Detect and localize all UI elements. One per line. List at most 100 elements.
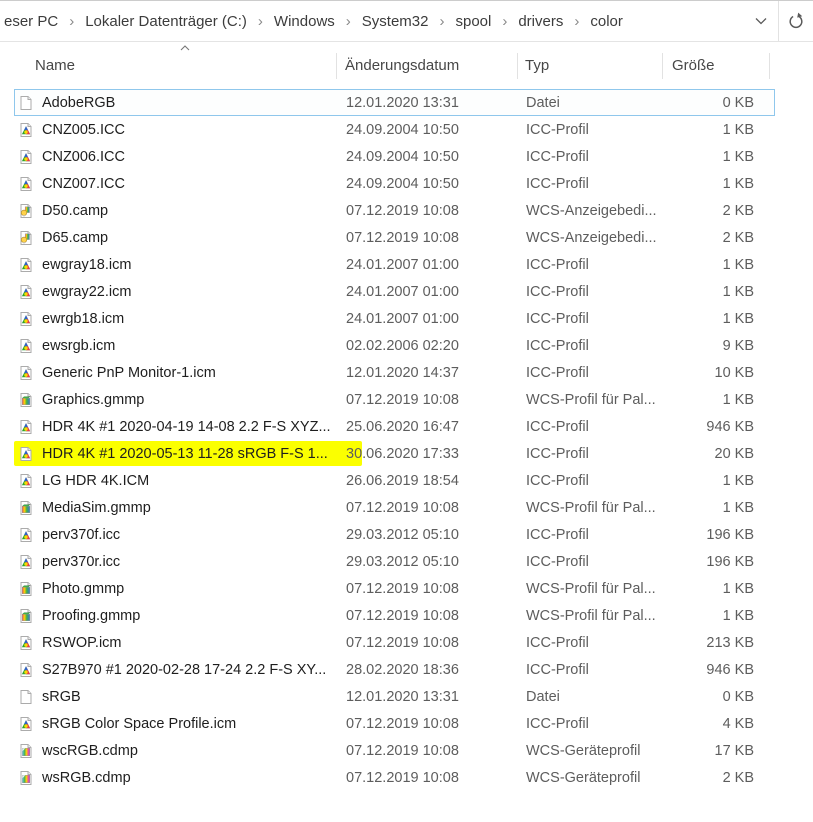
file-name: perv370f.icc bbox=[42, 527, 120, 543]
column-header-name[interactable]: Name bbox=[14, 42, 337, 89]
file-modified-date: 25.06.2020 16:47 bbox=[338, 419, 519, 435]
icc-file-icon bbox=[18, 554, 34, 570]
file-modified-date: 12.01.2020 14:37 bbox=[338, 365, 519, 381]
table-row[interactable]: RSWOP.icm 07.12.2019 10:08 ICC-Profil 21… bbox=[14, 629, 775, 656]
file-size: 1 KB bbox=[664, 176, 771, 192]
gmmp-file-icon bbox=[18, 581, 34, 597]
file-type: ICC-Profil bbox=[519, 176, 664, 192]
file-type: ICC-Profil bbox=[519, 527, 664, 543]
file-size: 9 KB bbox=[664, 338, 771, 354]
table-row[interactable]: ewrgb18.icm 24.01.2007 01:00 ICC-Profil … bbox=[14, 305, 775, 332]
table-row[interactable]: Generic PnP Monitor-1.icm 12.01.2020 14:… bbox=[14, 359, 775, 386]
table-row[interactable]: ewsrgb.icm 02.02.2006 02:20 ICC-Profil 9… bbox=[14, 332, 775, 359]
file-modified-date: 28.02.2020 18:36 bbox=[338, 662, 519, 678]
file-name: CNZ005.ICC bbox=[42, 122, 125, 138]
table-row[interactable]: HDR 4K #1 2020-05-13 11-28 sRGB F-S 1...… bbox=[14, 440, 775, 467]
file-modified-date: 29.03.2012 05:10 bbox=[338, 554, 519, 570]
table-row[interactable]: ewgray18.icm 24.01.2007 01:00 ICC-Profil… bbox=[14, 251, 775, 278]
table-row[interactable]: perv370f.icc 29.03.2012 05:10 ICC-Profil… bbox=[14, 521, 775, 548]
file-size: 1 KB bbox=[664, 257, 771, 273]
table-row[interactable]: AdobeRGB 12.01.2020 13:31 Datei 0 KB bbox=[14, 89, 775, 116]
file-type: WCS-Profil für Pal... bbox=[519, 608, 664, 624]
file-modified-date: 12.01.2020 13:31 bbox=[338, 689, 519, 705]
address-bar-controls bbox=[744, 1, 813, 41]
refresh-button[interactable] bbox=[779, 1, 813, 41]
table-row[interactable]: LG HDR 4K.ICM 26.06.2019 18:54 ICC-Profi… bbox=[14, 467, 775, 494]
file-type: ICC-Profil bbox=[519, 338, 664, 354]
table-row[interactable]: MediaSim.gmmp 07.12.2019 10:08 WCS-Profi… bbox=[14, 494, 775, 521]
table-row[interactable]: CNZ006.ICC 24.09.2004 10:50 ICC-Profil 1… bbox=[14, 143, 775, 170]
file-modified-date: 07.12.2019 10:08 bbox=[338, 743, 519, 759]
file-modified-date: 07.12.2019 10:08 bbox=[338, 716, 519, 732]
gmmp-file-icon bbox=[18, 500, 34, 516]
table-row[interactable]: Graphics.gmmp 07.12.2019 10:08 WCS-Profi… bbox=[14, 386, 775, 413]
file-type: ICC-Profil bbox=[519, 635, 664, 651]
file-size: 0 KB bbox=[664, 689, 771, 705]
breadcrumb-item[interactable]: System32 bbox=[360, 11, 431, 32]
icc-file-icon bbox=[18, 257, 34, 273]
address-bar: eser PC›Lokaler Datenträger (C:)›Windows… bbox=[0, 0, 813, 42]
column-header-row: Name Änderungsdatum Typ Größe bbox=[14, 42, 770, 89]
file-modified-date: 07.12.2019 10:08 bbox=[338, 608, 519, 624]
file-type: ICC-Profil bbox=[519, 122, 664, 138]
file-modified-date: 07.12.2019 10:08 bbox=[338, 500, 519, 516]
file-type: ICC-Profil bbox=[519, 311, 664, 327]
table-row[interactable]: Photo.gmmp 07.12.2019 10:08 WCS-Profil f… bbox=[14, 575, 775, 602]
file-name: D50.camp bbox=[42, 203, 108, 219]
file-name: Proofing.gmmp bbox=[42, 608, 140, 624]
file-modified-date: 29.03.2012 05:10 bbox=[338, 527, 519, 543]
table-row[interactable]: wsRGB.cdmp 07.12.2019 10:08 WCS-Gerätepr… bbox=[14, 764, 775, 791]
table-row[interactable]: CNZ005.ICC 24.09.2004 10:50 ICC-Profil 1… bbox=[14, 116, 775, 143]
file-modified-date: 07.12.2019 10:08 bbox=[338, 635, 519, 651]
file-type: ICC-Profil bbox=[519, 257, 664, 273]
file-size: 1 KB bbox=[664, 608, 771, 624]
file-size: 17 KB bbox=[664, 743, 771, 759]
file-modified-date: 30.06.2020 17:33 bbox=[338, 446, 519, 462]
file-size: 2 KB bbox=[664, 203, 771, 219]
file-size: 196 KB bbox=[664, 554, 771, 570]
file-type: WCS-Anzeigebedi... bbox=[519, 230, 664, 246]
file-name: perv370r.icc bbox=[42, 554, 120, 570]
breadcrumb-item[interactable]: Lokaler Datenträger (C:) bbox=[83, 11, 249, 32]
table-row[interactable]: Proofing.gmmp 07.12.2019 10:08 WCS-Profi… bbox=[14, 602, 775, 629]
file-type: ICC-Profil bbox=[519, 473, 664, 489]
table-row[interactable]: wscRGB.cdmp 07.12.2019 10:08 WCS-Gerätep… bbox=[14, 737, 775, 764]
file-size: 0 KB bbox=[664, 95, 771, 111]
breadcrumb-item[interactable]: spool bbox=[453, 11, 493, 32]
file-size: 1 KB bbox=[664, 311, 771, 327]
table-row[interactable]: sRGB 12.01.2020 13:31 Datei 0 KB bbox=[14, 683, 775, 710]
table-row[interactable]: D50.camp 07.12.2019 10:08 WCS-Anzeigebed… bbox=[14, 197, 775, 224]
file-modified-date: 24.01.2007 01:00 bbox=[338, 311, 519, 327]
file-size: 1 KB bbox=[664, 149, 771, 165]
icc-file-icon bbox=[18, 311, 34, 327]
file-type: WCS-Geräteprofil bbox=[519, 770, 664, 786]
address-dropdown-button[interactable] bbox=[744, 1, 778, 41]
breadcrumb-item[interactable]: eser PC bbox=[2, 11, 60, 32]
column-header-modified[interactable]: Änderungsdatum bbox=[337, 42, 518, 89]
file-name: HDR 4K #1 2020-05-13 11-28 sRGB F-S 1... bbox=[42, 446, 328, 462]
table-row[interactable]: ewgray22.icm 24.01.2007 01:00 ICC-Profil… bbox=[14, 278, 775, 305]
file-type: ICC-Profil bbox=[519, 365, 664, 381]
table-row[interactable]: perv370r.icc 29.03.2012 05:10 ICC-Profil… bbox=[14, 548, 775, 575]
table-row[interactable]: sRGB Color Space Profile.icm 07.12.2019 … bbox=[14, 710, 775, 737]
file-name: ewgray18.icm bbox=[42, 257, 131, 273]
breadcrumb-item[interactable]: drivers bbox=[516, 11, 565, 32]
breadcrumb-separator-icon: › bbox=[439, 13, 444, 30]
column-header-modified-label: Änderungsdatum bbox=[345, 57, 459, 74]
column-header-type[interactable]: Typ bbox=[518, 42, 663, 89]
table-row[interactable]: D65.camp 07.12.2019 10:08 WCS-Anzeigebed… bbox=[14, 224, 775, 251]
table-row[interactable]: HDR 4K #1 2020-04-19 14-08 2.2 F-S XYZ..… bbox=[14, 413, 775, 440]
column-header-type-label: Typ bbox=[525, 57, 549, 74]
table-row[interactable]: S27B970 #1 2020-02-28 17-24 2.2 F-S XY..… bbox=[14, 656, 775, 683]
file-name: RSWOP.icm bbox=[42, 635, 122, 651]
file-modified-date: 24.09.2004 10:50 bbox=[338, 176, 519, 192]
file-size: 213 KB bbox=[664, 635, 771, 651]
file-modified-date: 07.12.2019 10:08 bbox=[338, 581, 519, 597]
table-row[interactable]: CNZ007.ICC 24.09.2004 10:50 ICC-Profil 1… bbox=[14, 170, 775, 197]
file-name: sRGB bbox=[42, 689, 81, 705]
file-type: ICC-Profil bbox=[519, 662, 664, 678]
breadcrumb-item[interactable]: color bbox=[588, 11, 625, 32]
column-header-size[interactable]: Größe bbox=[663, 42, 770, 89]
file-name: CNZ007.ICC bbox=[42, 176, 125, 192]
breadcrumb-item[interactable]: Windows bbox=[272, 11, 337, 32]
